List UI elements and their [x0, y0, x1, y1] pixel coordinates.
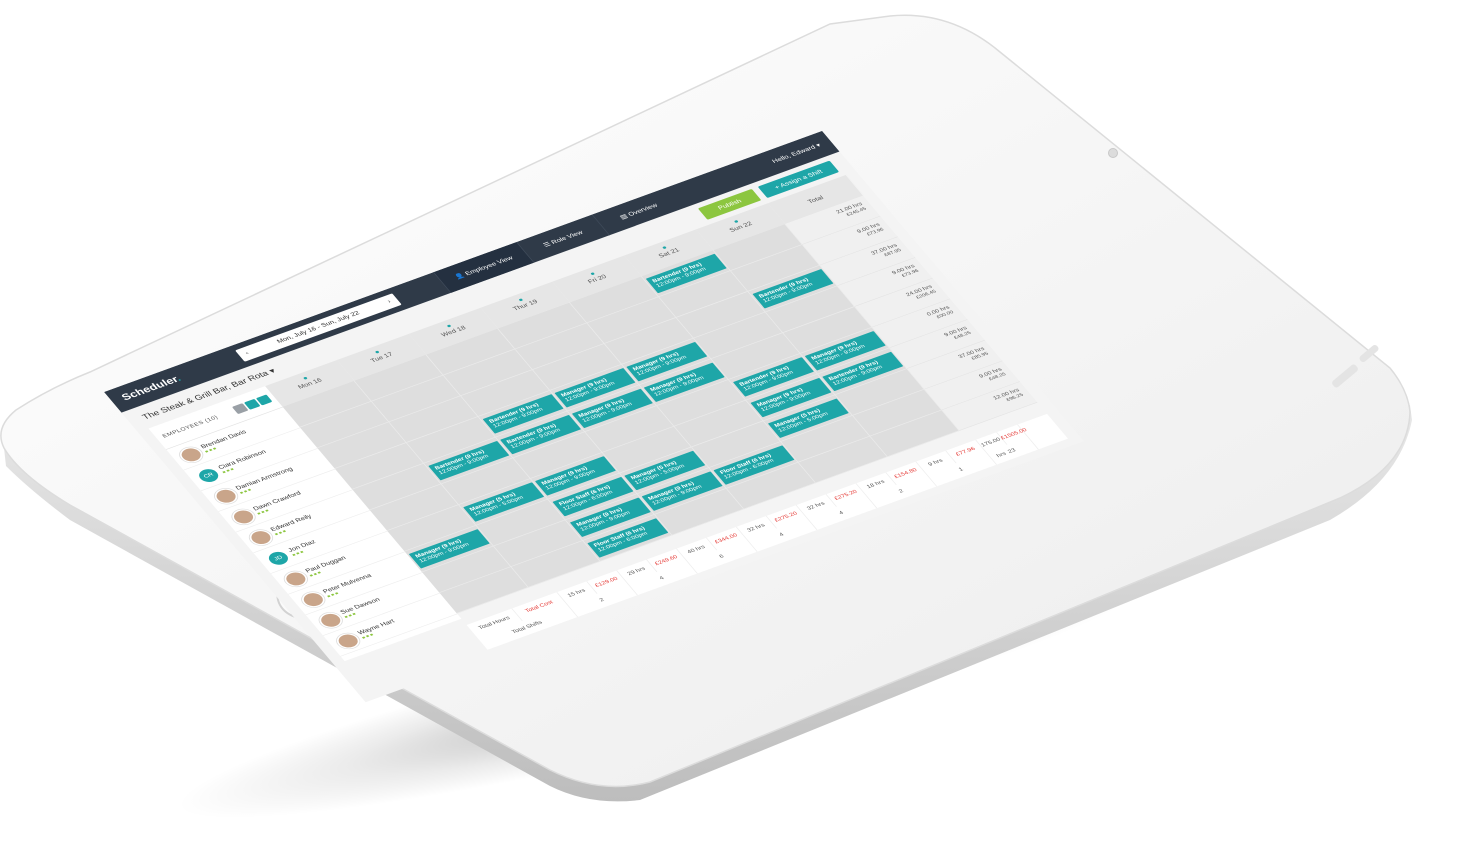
day-label: Tue 17	[369, 350, 395, 364]
day-label: Thur 19	[511, 298, 540, 312]
employee-name: Wayne Hart	[356, 617, 396, 636]
day-indicator-dot	[374, 350, 380, 354]
next-week-arrow-icon[interactable]: ›	[382, 297, 395, 305]
tab-employee-view-label: Employee View	[463, 254, 515, 277]
day-label: Fri 20	[586, 273, 608, 285]
employee-name: Sue Dawson	[338, 596, 382, 616]
prev-week-arrow-icon[interactable]: ‹	[240, 349, 253, 357]
tab-role-view-label: Role View	[549, 229, 585, 246]
day-indicator-dot	[303, 376, 308, 380]
day-label: Sat 21	[656, 246, 681, 259]
day-indicator-dot	[590, 272, 596, 276]
camera-dot	[1108, 148, 1118, 158]
day-indicator-dot	[733, 219, 739, 224]
day-indicator-dot	[446, 324, 452, 328]
tab-overview-label: Overview	[626, 201, 659, 218]
day-indicator-dot	[518, 298, 524, 302]
day-label: Sun 22	[727, 220, 754, 234]
day-label: Wed 18	[439, 324, 468, 338]
day-label: Mon 16	[296, 376, 324, 391]
day-indicator-dot	[662, 246, 667, 250]
